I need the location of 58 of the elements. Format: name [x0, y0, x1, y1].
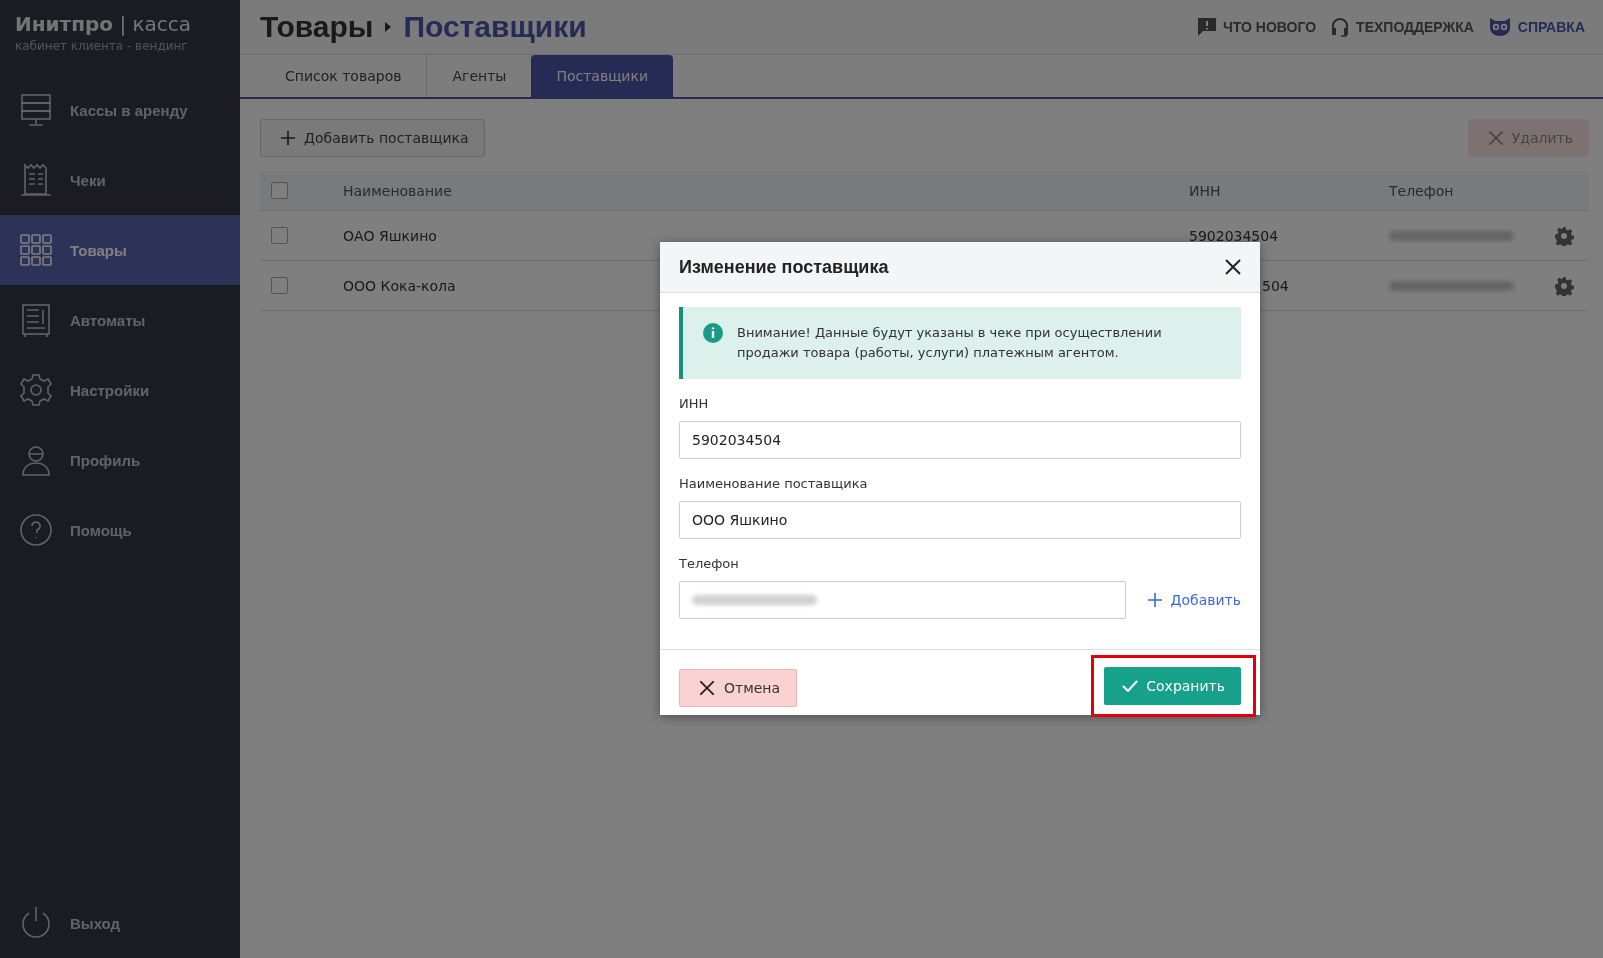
- tab[interactable]: Агенты: [427, 55, 532, 97]
- sidebar-item[interactable]: Кассы в аренду: [0, 75, 240, 145]
- settings-icon[interactable]: [1554, 275, 1574, 296]
- sidebar-item[interactable]: Профиль: [0, 425, 240, 495]
- receipt-icon: [18, 162, 54, 198]
- table-cell-text: ООО Кока-кола: [343, 277, 457, 294]
- sidebar-item[interactable]: Помощь: [0, 495, 240, 565]
- header-link[interactable]: СПРАВКА: [1487, 17, 1585, 37]
- chevron-icon: [385, 22, 392, 32]
- dialog-title: Изменение поставщика: [679, 256, 889, 278]
- sidebar-item[interactable]: Товары: [0, 215, 240, 285]
- breadcrumb-link[interactable]: Товары: [260, 10, 374, 44]
- cancel-button[interactable]: Отмена: [679, 668, 798, 707]
- input-field[interactable]: ООО Яшкино: [679, 501, 1241, 539]
- settings-icon[interactable]: [1554, 225, 1574, 246]
- help-icon: [18, 512, 54, 548]
- column-header: Наименование: [343, 182, 453, 199]
- tab[interactable]: Список товаров: [260, 55, 428, 97]
- table-cell: 5902034504: [1189, 227, 1279, 244]
- notice-text: Внимание! Данные будут указаны в чеке при осуществлении продажи товара (работы, услуги) платежным агентом.: [737, 324, 1163, 362]
- field-label: ИНН: [679, 396, 710, 411]
- close-icon: [700, 680, 714, 695]
- owl-icon: [1487, 17, 1512, 37]
- check-icon: [1122, 679, 1139, 692]
- header-link[interactable]: ТЕХПОДДЕРЖКА: [1330, 17, 1474, 37]
- input-field[interactable]: 5902034504: [679, 421, 1241, 459]
- settings-icon: [18, 372, 54, 408]
- grid-icon: [18, 232, 54, 268]
- phone-field[interactable]: [679, 581, 1126, 619]
- info-icon: [703, 323, 723, 343]
- add-phone-link[interactable]: Добавить: [1147, 592, 1241, 608]
- row-checkbox[interactable]: [271, 227, 288, 244]
- header-link[interactable]: ЧТО НОВОГО: [1196, 17, 1317, 37]
- sidebar-item[interactable]: Чеки: [0, 145, 240, 215]
- brand-logo: Инитпро | касса: [15, 12, 193, 36]
- field-label: Наименование поставщика: [679, 476, 869, 491]
- plus-icon: [281, 131, 295, 145]
- headset-icon: [1330, 17, 1351, 37]
- plus-icon: [1147, 593, 1162, 607]
- page-title: Поставщики: [403, 10, 587, 44]
- table-cell: 504: [1262, 277, 1289, 294]
- close-icon[interactable]: [1225, 259, 1241, 275]
- save-button[interactable]: Сохранить: [1104, 666, 1241, 705]
- sidebar-item[interactable]: Настройки: [0, 355, 240, 425]
- server-icon: [18, 92, 54, 128]
- select-all-checkbox[interactable]: [271, 182, 288, 199]
- message-icon: [1196, 17, 1217, 37]
- close-icon: [1488, 131, 1503, 145]
- sidebar-item[interactable]: Автоматы: [0, 285, 240, 355]
- field-label: Телефон: [679, 556, 740, 571]
- row-checkbox[interactable]: [271, 277, 288, 294]
- column-header: ИНН: [1189, 182, 1222, 199]
- tab[interactable]: Поставщики: [531, 55, 673, 97]
- table-cell-text: ОАО Яшкино: [343, 227, 438, 244]
- logout-item[interactable]: Выход: [0, 888, 240, 958]
- column-header: Телефон: [1389, 182, 1455, 199]
- add-supplier-button[interactable]: Добавить поставщика: [260, 119, 485, 157]
- brand-subtitle: кабинет клиента - вендинг: [15, 39, 189, 53]
